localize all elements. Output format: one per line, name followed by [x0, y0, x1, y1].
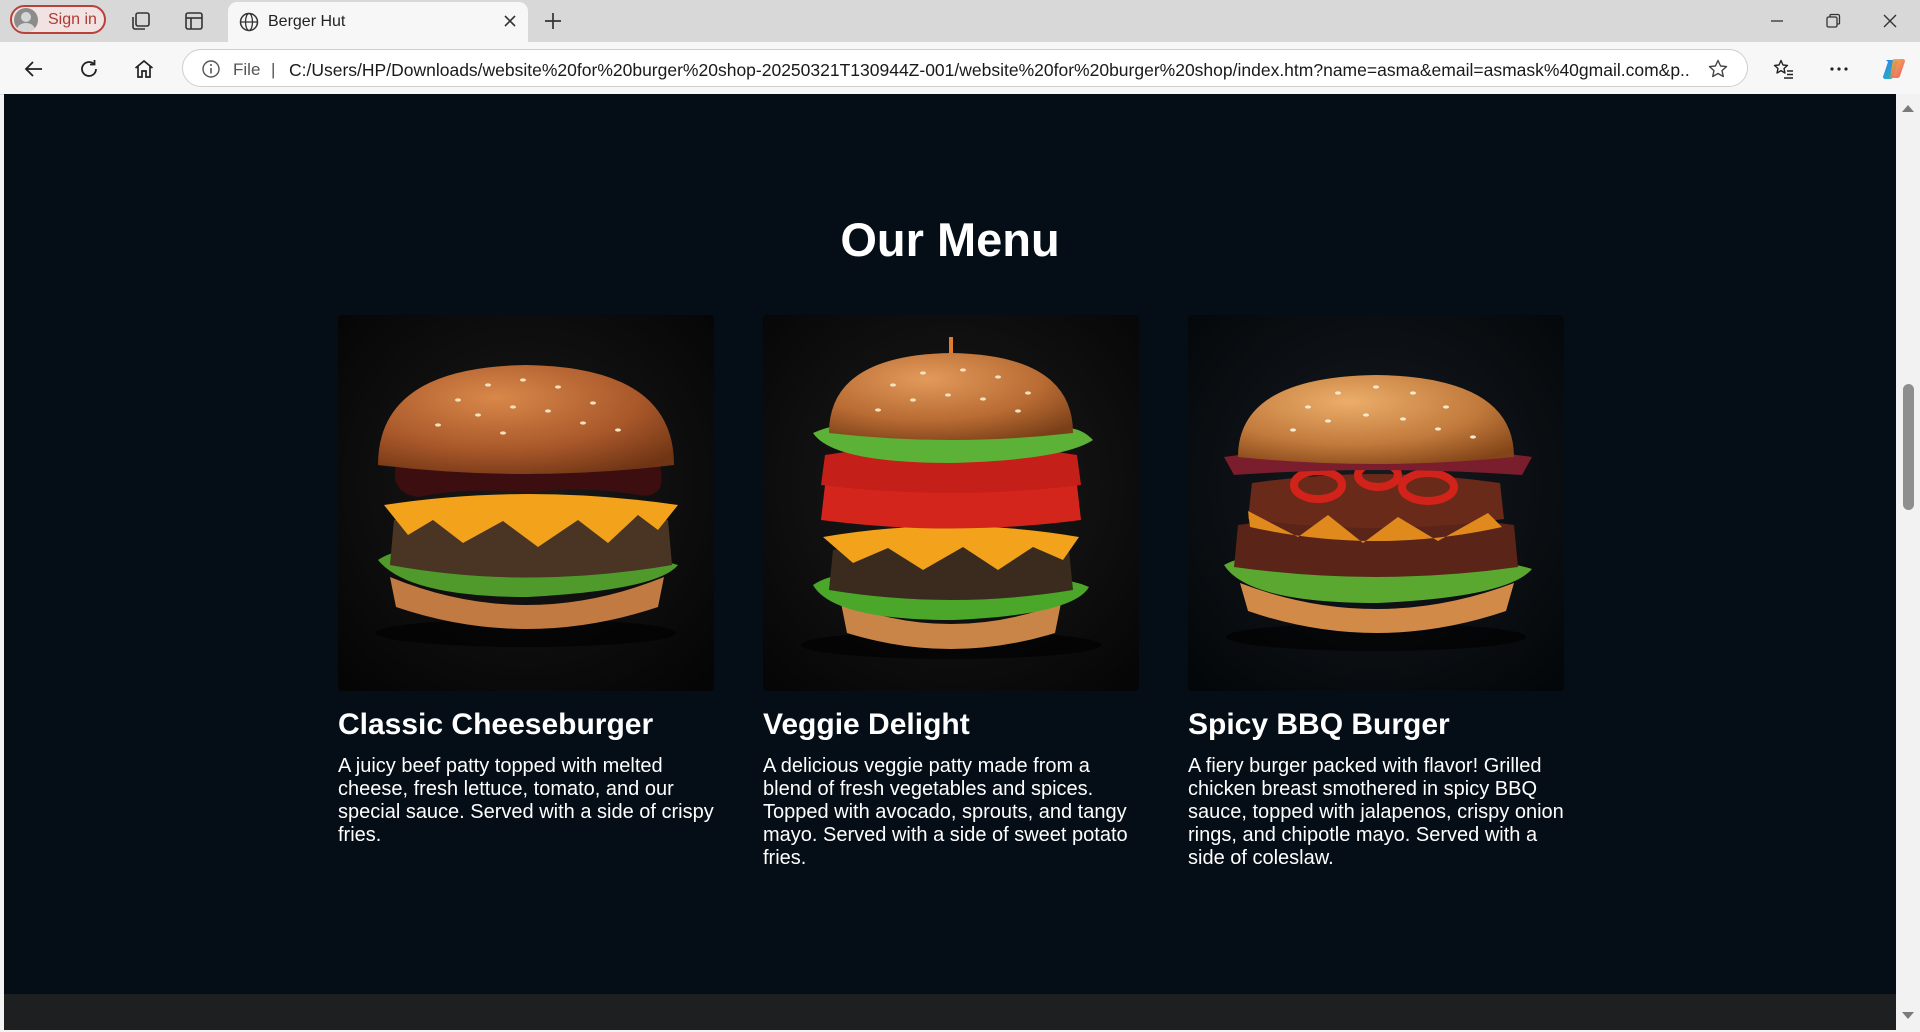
workspaces-icon[interactable]: [128, 8, 154, 34]
favorite-star-icon[interactable]: [1707, 58, 1729, 85]
signin-label: Sign in: [48, 10, 97, 28]
menu-section-title: Our Menu: [840, 213, 1060, 266]
menu-card-veggie-delight: Veggie Delight A delicious veggie patty …: [763, 315, 1139, 870]
menu-item-name: Classic Cheeseburger: [338, 708, 654, 741]
file-scheme-label: File: [233, 60, 261, 79]
copilot-icon[interactable]: [1880, 55, 1908, 83]
active-tab[interactable]: Berger Hut: [228, 2, 528, 42]
home-icon[interactable]: [130, 55, 158, 83]
burger-image: [338, 315, 714, 691]
tab-title: Berger Hut: [268, 13, 346, 30]
address-separator: |: [271, 60, 276, 79]
more-icon[interactable]: [1825, 55, 1853, 83]
tab-close-icon[interactable]: [500, 11, 520, 36]
menu-item-description: A delicious veggie patty made from a ble…: [763, 755, 1128, 869]
burger-image: [1188, 315, 1564, 691]
menu-card-classic-cheeseburger: Classic Cheeseburger A juicy beef patty …: [338, 315, 714, 847]
footer-band: [4, 994, 1896, 1030]
new-tab-plus-icon[interactable]: [540, 8, 566, 39]
globe-icon: [238, 11, 260, 38]
page-viewport: Our Menu Classic Cheeseburger A juicy be…: [4, 94, 1896, 1030]
scrollbar-thumb[interactable]: [1903, 384, 1914, 510]
profile-avatar-icon: [14, 7, 38, 32]
menu-item-name: Veggie Delight: [763, 708, 970, 741]
refresh-icon[interactable]: [75, 55, 103, 83]
menu-item-description: A juicy beef patty topped with melted ch…: [338, 755, 714, 846]
scroll-down-arrow-icon[interactable]: [1901, 1008, 1915, 1026]
url-text[interactable]: C:/Users/HP/Downloads/website%20for%20bu…: [289, 60, 1689, 81]
scroll-up-arrow-icon[interactable]: [1901, 100, 1915, 118]
info-icon[interactable]: [201, 59, 221, 84]
profile-signin-button[interactable]: Sign in: [10, 5, 106, 34]
window-close-icon[interactable]: [1877, 8, 1903, 34]
menu-item-description: A fiery burger packed with flavor! Grill…: [1188, 755, 1564, 869]
back-arrow-icon[interactable]: [20, 55, 48, 83]
burger-image: [763, 315, 1139, 691]
restore-icon[interactable]: [1820, 8, 1846, 34]
menu-card-spicy-bbq-burger: Spicy BBQ Burger A fiery burger packed w…: [1188, 315, 1564, 870]
vertical-tabs-icon[interactable]: [181, 8, 207, 34]
address-bar[interactable]: File | C:/Users/HP/Downloads/website%20f…: [182, 49, 1748, 87]
favorites-icon[interactable]: [1770, 55, 1798, 83]
menu-item-name: Spicy BBQ Burger: [1188, 708, 1450, 741]
browser-toolbar: File | C:/Users/HP/Downloads/website%20f…: [0, 42, 1920, 95]
tab-strip: Sign in Berger Hut: [0, 0, 1920, 42]
minimize-icon[interactable]: [1764, 8, 1790, 34]
vertical-scrollbar[interactable]: [1896, 94, 1920, 1032]
